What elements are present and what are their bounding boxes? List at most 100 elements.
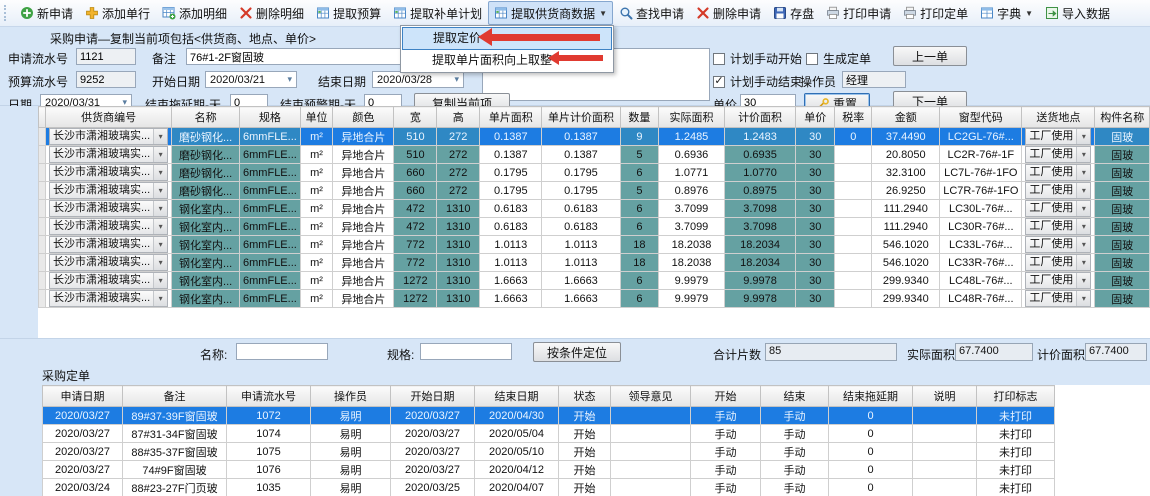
supplier-combo[interactable]: 长沙市潇湘玻璃实...▾ — [46, 236, 172, 254]
toolbar-button-6[interactable]: 提取补单计划 — [387, 1, 488, 25]
supplier-combo[interactable]: 长沙市潇湘玻璃实...▾ — [46, 164, 172, 182]
toolbar-button-13[interactable]: 字典▼ — [974, 1, 1039, 25]
column-header[interactable]: 构件名称 — [1095, 107, 1150, 128]
toolbar-button-1[interactable]: 新申请 — [14, 1, 79, 25]
column-header[interactable]: 单价 — [796, 107, 835, 128]
table-row[interactable]: 2020/03/2788#35-37F窗固玻1075易明2020/03/2720… — [43, 443, 1055, 461]
delivery-combo[interactable]: 工厂使用▾ — [1022, 200, 1095, 218]
column-header[interactable]: 状态 — [559, 386, 611, 407]
spec-cell: 6mmFLE... — [240, 290, 301, 308]
column-header[interactable]: 申请流水号 — [227, 386, 311, 407]
table-row[interactable]: 长沙市潇湘玻璃实...▾钢化室内...6mmFLE...m²异地合片772131… — [39, 236, 1150, 254]
supplier-combo[interactable]: 长沙市潇湘玻璃实...▾ — [46, 128, 172, 146]
column-header[interactable]: 单位 — [300, 107, 332, 128]
serial-input[interactable] — [76, 48, 136, 65]
table-row[interactable]: 2020/03/2789#37-39F窗固玻1072易明2020/03/2720… — [43, 407, 1055, 425]
toolbar-grip[interactable] — [4, 5, 9, 21]
generate-order-checkbox[interactable]: 生成定单 — [806, 50, 871, 67]
start-date-picker[interactable]: 2020/03/21▾ — [205, 71, 297, 88]
name-cell: 磨砂钢化... — [172, 128, 240, 146]
toolbar-button-4[interactable]: 删除明细 — [233, 1, 310, 25]
table-row[interactable]: 长沙市潇湘玻璃实...▾钢化室内...6mmFLE...m²异地合片472131… — [39, 218, 1150, 236]
table-row[interactable]: 长沙市潇湘玻璃实...▾磨砂钢化...6mmFLE...m²异地合片510272… — [39, 146, 1150, 164]
column-header[interactable]: 说明 — [913, 386, 977, 407]
column-header[interactable]: 结束拖延期 — [829, 386, 913, 407]
piece-area-cell: 0.1387 — [480, 128, 542, 146]
table-row[interactable]: 长沙市潇湘玻璃实...▾磨砂钢化...6mmFLE...m²异地合片660272… — [39, 182, 1150, 200]
table-row[interactable]: 2020/03/2488#23-27F门页玻1035易明2020/03/2520… — [43, 479, 1055, 496]
delivery-combo[interactable]: 工厂使用▾ — [1022, 146, 1095, 164]
supplier-combo[interactable]: 长沙市潇湘玻璃实...▾ — [46, 272, 172, 290]
supplier-combo[interactable]: 长沙市潇湘玻璃实...▾ — [46, 182, 172, 200]
tax-cell — [835, 272, 872, 290]
supplier-combo[interactable]: 长沙市潇湘玻璃实...▾ — [46, 290, 172, 308]
toolbar-button-7[interactable]: 提取供货商数据▼ — [488, 1, 613, 25]
column-header[interactable]: 打印标志 — [977, 386, 1055, 407]
column-header[interactable]: 结束日期 — [475, 386, 559, 407]
table-row[interactable]: 长沙市潇湘玻璃实...▾钢化室内...6mmFLE...m²异地合片127213… — [39, 272, 1150, 290]
column-header[interactable]: 名称 — [172, 107, 240, 128]
toolbar-button-2[interactable]: 添加单行 — [79, 1, 156, 25]
supplier-combo[interactable]: 长沙市潇湘玻璃实...▾ — [46, 146, 172, 164]
table-row[interactable]: 2020/03/2774#9F窗固玻1076易明2020/03/272020/0… — [43, 461, 1055, 479]
column-header[interactable]: 送货地点 — [1022, 107, 1095, 128]
table-row[interactable]: 长沙市潇湘玻璃实...▾磨砂钢化...6mmFLE...m²异地合片510272… — [39, 128, 1150, 146]
table-row[interactable]: 长沙市潇湘玻璃实...▾磨砂钢化...6mmFLE...m²异地合片660272… — [39, 164, 1150, 182]
manual-start-checkbox[interactable]: 计划手动开始 — [713, 50, 802, 67]
toolbar-button-11[interactable]: 打印申请 — [820, 1, 897, 25]
name-filter-input[interactable] — [236, 343, 328, 360]
column-header[interactable]: 单片计价面积 — [542, 107, 620, 128]
column-header[interactable]: 备注 — [123, 386, 227, 407]
column-header[interactable]: 结束 — [761, 386, 829, 407]
locate-by-condition-button[interactable]: 按条件定位 — [533, 342, 621, 362]
table-row[interactable]: 长沙市潇湘玻璃实...▾钢化室内...6mmFLE...m²异地合片772131… — [39, 254, 1150, 272]
column-header[interactable]: 颜色 — [333, 107, 394, 128]
column-header[interactable]: 计价面积 — [724, 107, 796, 128]
column-header[interactable]: 金额 — [872, 107, 940, 128]
column-header[interactable]: 窗型代码 — [940, 107, 1022, 128]
column-header[interactable]: 规格 — [240, 107, 301, 128]
column-header[interactable]: 税率 — [835, 107, 872, 128]
operator-input[interactable] — [842, 71, 906, 88]
toolbar-button-5[interactable]: 提取预算 — [310, 1, 387, 25]
manual-end-checkbox[interactable]: 计划手动结束 — [713, 73, 802, 90]
column-header[interactable]: 高 — [437, 107, 480, 128]
qty-cell: 6 — [620, 290, 659, 308]
delivery-combo[interactable]: 工厂使用▾ — [1022, 254, 1095, 272]
column-header[interactable]: 开始日期 — [391, 386, 475, 407]
supplier-combo[interactable]: 长沙市潇湘玻璃实...▾ — [46, 200, 172, 218]
note-input[interactable] — [186, 48, 436, 65]
delivery-combo[interactable]: 工厂使用▾ — [1022, 218, 1095, 236]
delivery-combo[interactable]: 工厂使用▾ — [1022, 236, 1095, 254]
column-header[interactable]: 数量 — [620, 107, 659, 128]
toolbar-button-14[interactable]: 导入数据 — [1039, 1, 1116, 25]
column-header[interactable]: 操作员 — [311, 386, 391, 407]
toolbar-button-8[interactable]: 查找申请 — [613, 1, 690, 25]
delivery-combo[interactable]: 工厂使用▾ — [1022, 290, 1095, 308]
column-header[interactable]: 开始 — [691, 386, 761, 407]
supplier-combo[interactable]: 长沙市潇湘玻璃实...▾ — [46, 254, 172, 272]
table-row[interactable]: 长沙市潇湘玻璃实...▾钢化室内...6mmFLE...m²异地合片472131… — [39, 200, 1150, 218]
budget-serial-input[interactable] — [76, 71, 136, 88]
toolbar-button-3[interactable]: 添加明细 — [156, 1, 233, 25]
column-header[interactable]: 单片面积 — [480, 107, 542, 128]
table-row[interactable]: 2020/03/2787#31-34F窗固玻1074易明2020/03/2720… — [43, 425, 1055, 443]
column-header[interactable]: 申请日期 — [43, 386, 123, 407]
table-row[interactable]: 长沙市潇湘玻璃实...▾钢化室内...6mmFLE...m²异地合片127213… — [39, 290, 1150, 308]
column-header[interactable]: 供货商编号 — [46, 107, 172, 128]
delivery-combo[interactable]: 工厂使用▾ — [1022, 164, 1095, 182]
column-header[interactable]: 宽 — [394, 107, 437, 128]
spec-filter-input[interactable] — [420, 343, 512, 360]
delivery-combo[interactable]: 工厂使用▾ — [1022, 128, 1095, 146]
column-header[interactable]: 实际面积 — [659, 107, 724, 128]
price-area-cell: 18.2034 — [724, 254, 796, 272]
column-header[interactable]: 领导意见 — [611, 386, 691, 407]
toolbar-button-9[interactable]: 删除申请 — [690, 1, 767, 25]
previous-order-button[interactable]: 上一单 — [893, 46, 967, 66]
end-date-picker[interactable]: 2020/03/28▾ — [372, 71, 464, 88]
delivery-combo[interactable]: 工厂使用▾ — [1022, 272, 1095, 290]
toolbar-button-10[interactable]: 存盘 — [767, 1, 820, 25]
toolbar-button-12[interactable]: 打印定单 — [897, 1, 974, 25]
supplier-combo[interactable]: 长沙市潇湘玻璃实...▾ — [46, 218, 172, 236]
delivery-combo[interactable]: 工厂使用▾ — [1022, 182, 1095, 200]
